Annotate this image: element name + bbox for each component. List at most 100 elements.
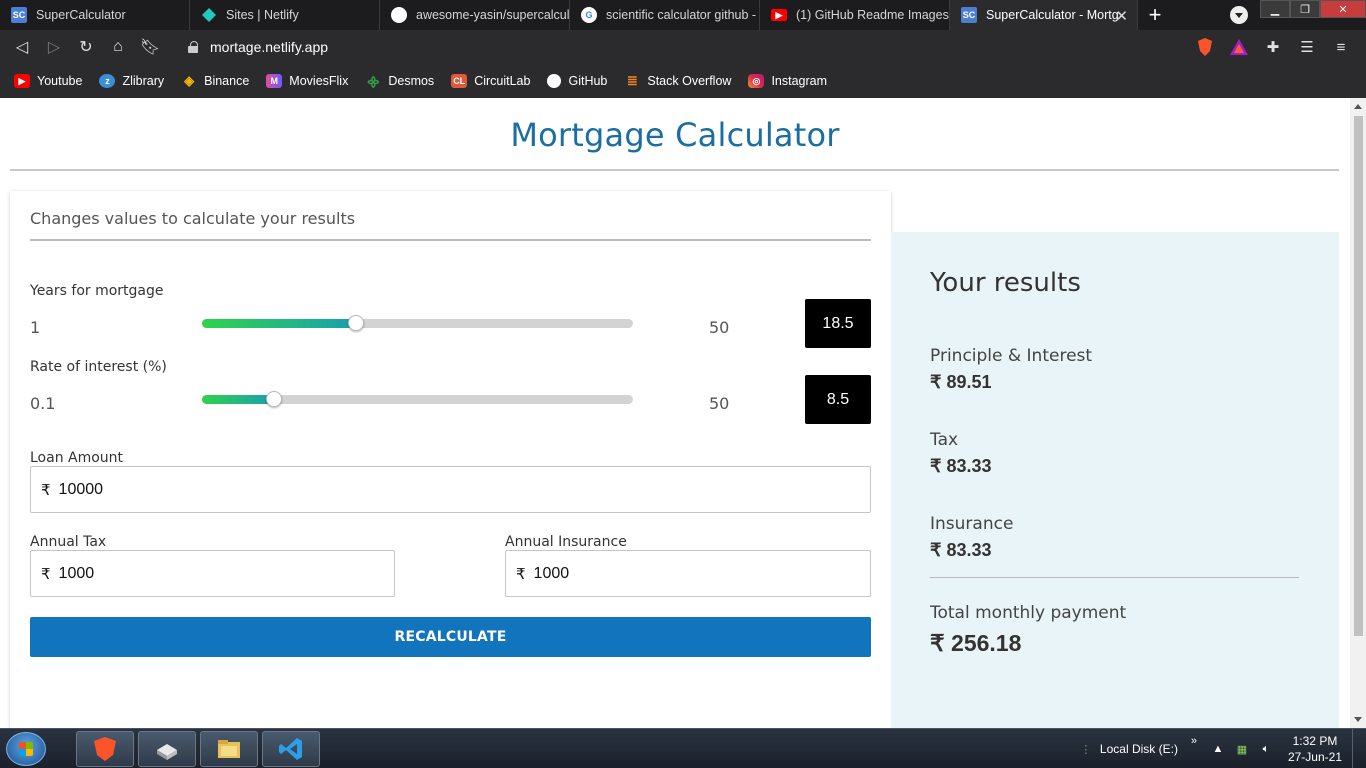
grip-icon: ⋮ [1080, 743, 1092, 756]
moviesflix-icon: M [266, 74, 283, 88]
brave-shield-icon[interactable] [1188, 38, 1222, 56]
form-heading-divider [30, 239, 871, 241]
new-tab-button[interactable]: + [1138, 0, 1172, 30]
address-bar[interactable]: mortage.netlify.app [172, 34, 1186, 60]
rate-slider-handle[interactable] [266, 391, 282, 407]
windows-taskbar: ⋮ Local Disk (E:) » ▲ ▦ 🔈︎ 1:32 PM 27-Ju… [0, 728, 1366, 768]
back-icon[interactable]: ◁ [6, 30, 38, 64]
insurance-result-value: ₹ 83.33 [930, 540, 992, 560]
circuitlab-icon: CL [451, 74, 468, 88]
start-button[interactable] [6, 732, 46, 766]
tab-title: (1) GitHub Readme Images T [796, 8, 949, 22]
annual-tax-field[interactable]: ₹ [30, 550, 395, 597]
scrollbar-thumb[interactable] [1354, 116, 1363, 636]
loan-amount-input[interactable] [58, 480, 805, 499]
tab-netlify[interactable]: Sites | Netlify [190, 0, 380, 30]
bookmark-binance[interactable]: ◈ Binance [181, 73, 249, 88]
rate-min: 0.1 [30, 394, 56, 413]
browser-toolbar: ◁ ▷ ↻ ⌂ 🔖︎ mortage.netlify.app ✚ ☰ ≡ [0, 30, 1366, 64]
tab-title: SuperCalculator - Mortg [986, 8, 1119, 22]
rate-label: Rate of interest (%) [30, 359, 167, 375]
netlify-favicon-icon [201, 7, 217, 23]
years-slider[interactable] [202, 315, 633, 331]
forward-icon[interactable]: ▷ [38, 30, 70, 64]
taskbar-drive-app[interactable] [138, 731, 196, 767]
github-icon [547, 74, 562, 88]
drive-toolbar-label[interactable]: Local Disk (E:) [1100, 742, 1178, 756]
chevron-double-right-icon[interactable]: » [1184, 735, 1204, 747]
vscode-icon [279, 738, 302, 760]
binance-icon: ◈ [184, 73, 195, 88]
home-icon[interactable]: ⌂ [102, 30, 134, 64]
github-favicon-icon [391, 7, 407, 23]
taskbar-vscode[interactable] [262, 731, 320, 767]
show-desktop-button[interactable] [1352, 729, 1366, 768]
rate-slider[interactable] [202, 391, 633, 407]
taskbar-brave[interactable] [76, 731, 134, 767]
close-tab-icon[interactable]: ✕ [1115, 7, 1128, 25]
tab-google[interactable]: G scientific calculator github - G [570, 0, 760, 30]
insurance-result-label: Insurance [930, 514, 1014, 534]
tab-title: awesome-yasin/supercalcula [416, 8, 569, 22]
taskbar-file-explorer[interactable] [200, 731, 258, 767]
bookmark-youtube[interactable]: ▶ Youtube [14, 74, 82, 88]
page-scrollbar[interactable] [1350, 98, 1366, 728]
desmos-icon: ᯽ [366, 74, 381, 89]
maximize-button[interactable]: ❐ [1290, 0, 1320, 18]
playlist-icon[interactable]: ☰ [1290, 38, 1324, 56]
annual-tax-input[interactable] [58, 564, 377, 583]
years-value-box[interactable]: 18.5 [805, 299, 871, 348]
annual-insurance-field[interactable]: ₹ [505, 550, 871, 597]
years-label: Years for mortgage [30, 283, 164, 299]
title-divider [10, 169, 1339, 171]
tab-github[interactable]: awesome-yasin/supercalcula [380, 0, 570, 30]
loan-amount-field[interactable]: ₹ [30, 466, 871, 513]
total-payment-value: ₹ 256.18 [930, 630, 1022, 656]
show-hidden-icons-icon[interactable]: ▲ [1208, 743, 1228, 755]
bookmark-zlibrary[interactable]: z Zlibrary [99, 74, 164, 88]
tab-youtube[interactable]: ▶ (1) GitHub Readme Images T [760, 0, 950, 30]
rate-value-box[interactable]: 8.5 [805, 375, 871, 424]
years-slider-handle[interactable] [348, 315, 364, 331]
bookmark-circuitlab[interactable]: CL CircuitLab [451, 74, 530, 88]
youtube-icon: ▶ [14, 74, 30, 88]
tab-mortgage-active[interactable]: SC SuperCalculator - Mortg ✕ [950, 0, 1138, 30]
network-icon[interactable]: ▦ [1232, 743, 1252, 756]
results-heading: Your results [930, 268, 1081, 298]
rupee-icon: ₹ [516, 564, 526, 583]
annual-insurance-input[interactable] [533, 564, 853, 583]
scroll-up-icon[interactable] [1354, 104, 1362, 109]
tab-supercalculator[interactable]: SC SuperCalculator [0, 0, 190, 30]
tab-search-dropdown-icon[interactable] [1230, 6, 1248, 24]
rate-slider-fill [202, 395, 274, 404]
annual-insurance-label: Annual Insurance [505, 534, 627, 550]
minimize-button[interactable]: ▁ [1260, 0, 1290, 18]
rupee-icon: ₹ [41, 564, 51, 583]
bookmark-instagram[interactable]: ◎ Instagram [748, 74, 827, 88]
reload-icon[interactable]: ↻ [70, 30, 102, 64]
principle-interest-value: ₹ 89.51 [930, 372, 992, 392]
brave-icon [94, 737, 116, 761]
rupee-icon: ₹ [41, 480, 51, 499]
page-viewport: Mortgage Calculator Changes values to ca… [0, 98, 1350, 728]
supercalc-favicon-icon: SC [11, 7, 27, 23]
calculator-form-card: Changes values to calculate your results… [10, 191, 891, 728]
bookmarks-bar: ▶ Youtube z Zlibrary ◈ Binance M MoviesFlix … [0, 64, 1366, 98]
recalculate-button[interactable]: RECALCULATE [30, 617, 871, 657]
bookmark-moviesflix[interactable]: M MoviesFlix [266, 74, 348, 88]
bookmark-desmos[interactable]: ᯽ Desmos [365, 74, 434, 89]
clock[interactable]: 1:32 PM 27-Jun-21 [1288, 733, 1342, 765]
years-slider-fill [202, 319, 356, 328]
volume-icon[interactable]: 🔈︎ [1256, 743, 1276, 756]
bookmark-stackoverflow[interactable]: ≣ Stack Overflow [624, 73, 732, 88]
scroll-down-icon[interactable] [1354, 717, 1362, 722]
tab-title: Sites | Netlify [226, 8, 299, 22]
youtube-favicon-icon: ▶ [771, 9, 787, 21]
years-max: 50 [709, 318, 730, 337]
bookmark-icon[interactable]: 🔖︎ [134, 30, 166, 64]
window-close-button[interactable]: ✕ [1320, 0, 1366, 18]
menu-icon[interactable]: ≡ [1324, 39, 1358, 56]
brave-rewards-icon[interactable] [1222, 39, 1256, 55]
extensions-icon[interactable]: ✚ [1256, 38, 1290, 56]
bookmark-github[interactable]: GitHub [547, 74, 607, 88]
